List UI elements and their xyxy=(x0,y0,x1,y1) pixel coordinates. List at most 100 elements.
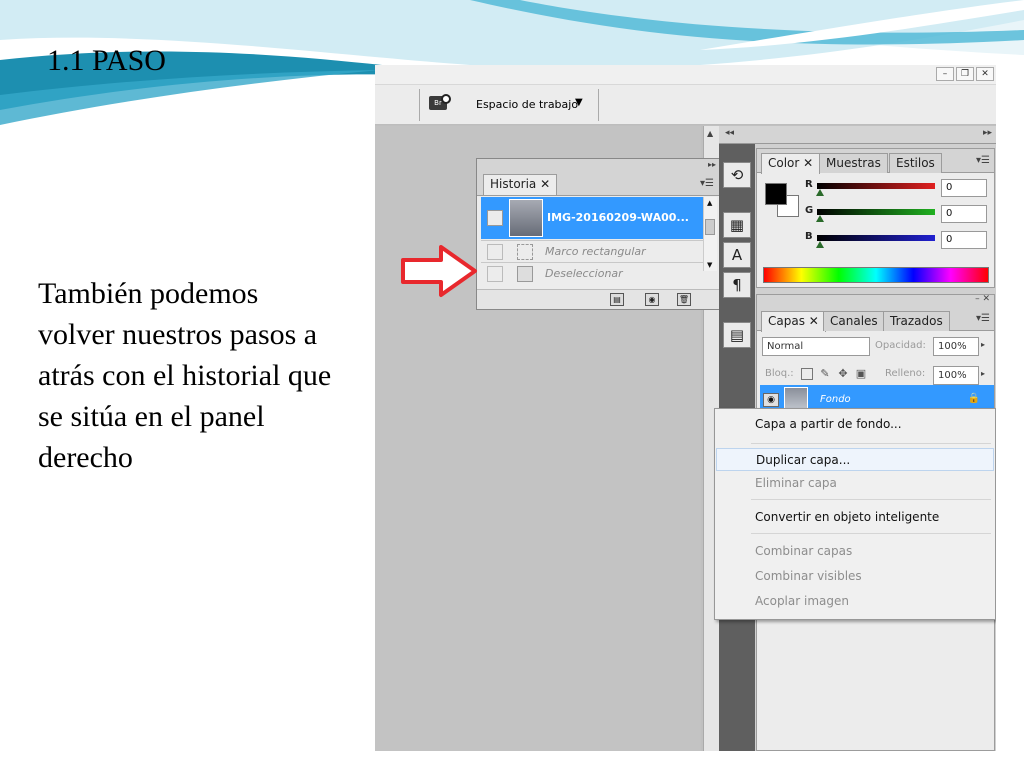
layers-panel-tabs: Capas ✕ Canales Trazados ▾☰ xyxy=(757,307,994,332)
menu-separator xyxy=(751,533,991,534)
blue-value-field[interactable]: 0 xyxy=(941,231,987,249)
camera-icon[interactable]: ◉ xyxy=(645,293,659,306)
snapshot-checkbox[interactable] xyxy=(487,210,503,226)
menu-item-capa-a-partir-de-fondo[interactable]: Capa a partir de fondo... xyxy=(716,413,994,436)
history-icon[interactable]: ⟲ xyxy=(723,162,751,188)
menu-separator xyxy=(751,499,991,500)
layer-name: Fondo xyxy=(820,394,851,405)
new-document-icon[interactable]: ▤ xyxy=(610,293,624,306)
blend-mode-select[interactable]: Normal xyxy=(762,337,870,356)
foreground-color-swatch[interactable] xyxy=(765,183,787,205)
character-icon[interactable]: A xyxy=(723,242,751,268)
menu-item-combinar-capas[interactable]: Combinar capas xyxy=(716,540,994,563)
history-panel-header[interactable]: ▸▸ xyxy=(477,159,720,174)
tab-trazados[interactable]: Trazados xyxy=(883,311,950,331)
scroll-up-arrow-icon[interactable]: ▲ xyxy=(707,199,712,207)
zoom-icon[interactable] xyxy=(441,94,451,104)
blue-slider[interactable] xyxy=(817,235,935,241)
lock-transparency-icon[interactable] xyxy=(801,368,813,380)
workspace-dropdown[interactable]: Espacio de trabajo xyxy=(476,98,578,111)
history-tab-row: Historia ✕ ▾☰ xyxy=(477,174,720,196)
history-step[interactable]: Deseleccionar xyxy=(481,262,703,284)
rectangular-marquee-icon xyxy=(517,244,533,260)
history-step-checkbox[interactable] xyxy=(487,266,503,282)
close-window-button[interactable]: ✕ xyxy=(976,67,994,81)
close-icon[interactable]: ✕ xyxy=(805,314,819,328)
slide-title: 1.1 PASO xyxy=(47,44,166,77)
expand-icon[interactable]: ▸▸ xyxy=(983,128,992,138)
tab-capas[interactable]: Capas ✕ xyxy=(761,311,826,332)
photoshop-screenshot: – ❐ ✕ Br Espacio de trabajo ▼ ▲ ▸▸ Histo… xyxy=(375,65,996,751)
scroll-down-arrow-icon[interactable]: ▼ xyxy=(707,261,712,269)
tab-canales[interactable]: Canales xyxy=(823,311,885,331)
close-icon[interactable]: ✕ xyxy=(799,156,813,170)
menu-item-combinar-visibles[interactable]: Combinar visibles xyxy=(716,565,994,588)
fill-field[interactable]: 100% xyxy=(933,366,979,385)
collapse-icon[interactable]: ▸▸ xyxy=(708,160,716,169)
opacity-field[interactable]: 100% xyxy=(933,337,979,356)
tab-label: Historia xyxy=(490,177,537,191)
paragraph-icon[interactable]: ¶ xyxy=(723,272,751,298)
snapshot-name: IMG-20160209-WA00... xyxy=(547,211,689,224)
options-bar: Br Espacio de trabajo ▼ xyxy=(375,85,996,125)
lock-icon: 🔒 xyxy=(967,393,980,404)
trash-icon[interactable]: 🗑 xyxy=(677,293,691,306)
dock-header[interactable]: ▸▸ xyxy=(755,126,996,144)
dock-header[interactable]: ◂◂ xyxy=(719,126,755,144)
tab-label: Capas xyxy=(768,314,805,328)
fill-label: Relleno: xyxy=(885,368,926,379)
scroll-thumb[interactable] xyxy=(705,219,715,235)
chevron-right-icon[interactable]: ▸ xyxy=(981,340,985,349)
slider-marker-icon[interactable] xyxy=(816,241,824,248)
menu-item-convertir-en-objeto-inteligente[interactable]: Convertir en objeto inteligente xyxy=(716,506,994,529)
red-slider[interactable] xyxy=(817,183,935,189)
tab-muestras[interactable]: Muestras xyxy=(819,153,888,173)
scroll-up-arrow-icon[interactable]: ▲ xyxy=(707,129,713,138)
tab-color[interactable]: Color ✕ xyxy=(761,153,821,174)
channel-label-b: B xyxy=(805,231,813,242)
slider-marker-icon[interactable] xyxy=(816,215,824,222)
menu-item-duplicar-capa[interactable]: Duplicar capa... xyxy=(716,448,994,471)
lock-pixels-icon[interactable]: ✎ xyxy=(819,368,831,380)
panel-menu-icon[interactable]: ▾☰ xyxy=(976,155,990,166)
close-icon[interactable]: ✕ xyxy=(540,177,550,191)
tool-presets-icon[interactable]: ▦ xyxy=(723,212,751,238)
minimize-button[interactable]: – xyxy=(936,67,954,81)
window-title-bar: – ❐ ✕ xyxy=(375,65,996,85)
layer-comps-icon[interactable]: ▤ xyxy=(723,322,751,348)
green-value-field[interactable]: 0 xyxy=(941,205,987,223)
restore-button[interactable]: ❐ xyxy=(956,67,974,81)
history-panel: ▸▸ Historia ✕ ▾☰ IMG-20160209-WA00... Ma… xyxy=(476,158,721,310)
menu-item-eliminar-capa[interactable]: Eliminar capa xyxy=(716,472,994,495)
toolbar-divider xyxy=(598,89,599,121)
red-value-field[interactable]: 0 xyxy=(941,179,987,197)
history-footer: ▤ ◉ 🗑 xyxy=(477,289,720,309)
color-spectrum-bar[interactable] xyxy=(763,267,989,283)
history-step-label: Marco rectangular xyxy=(545,245,646,258)
red-arrow-annotation xyxy=(401,245,477,297)
menu-separator xyxy=(751,443,991,444)
lock-icon[interactable]: ▣ xyxy=(855,368,867,380)
eye-icon[interactable]: ◉ xyxy=(763,393,779,407)
panel-menu-icon[interactable]: ▾☰ xyxy=(700,178,714,189)
collapse-icon[interactable]: ◂◂ xyxy=(725,128,734,138)
history-step-checkbox[interactable] xyxy=(487,244,503,260)
chevron-right-icon[interactable]: ▸ xyxy=(981,369,985,378)
panel-menu-icon[interactable]: ▾☰ xyxy=(976,313,990,324)
layers-panel-header[interactable]: – ✕ xyxy=(757,294,994,307)
history-snapshot-row[interactable]: IMG-20160209-WA00... xyxy=(481,197,703,239)
tab-historia[interactable]: Historia ✕ xyxy=(483,174,558,195)
tab-estilos[interactable]: Estilos xyxy=(889,153,942,173)
history-step[interactable]: Marco rectangular xyxy=(481,240,703,262)
history-step-label: Deseleccionar xyxy=(545,267,623,280)
chevron-down-icon[interactable]: ▼ xyxy=(575,97,583,108)
green-slider[interactable] xyxy=(817,209,935,215)
slider-marker-icon[interactable] xyxy=(816,189,824,196)
history-scrollbar[interactable]: ▲ ▼ xyxy=(703,197,717,271)
lock-position-icon[interactable]: ✥ xyxy=(837,368,849,380)
close-icon[interactable]: – ✕ xyxy=(975,294,990,304)
tab-label: Color xyxy=(768,156,800,170)
lock-label: Bloq.: xyxy=(765,368,794,379)
menu-item-acoplar-imagen[interactable]: Acoplar imagen xyxy=(716,590,994,613)
opacity-label: Opacidad: xyxy=(875,340,926,351)
